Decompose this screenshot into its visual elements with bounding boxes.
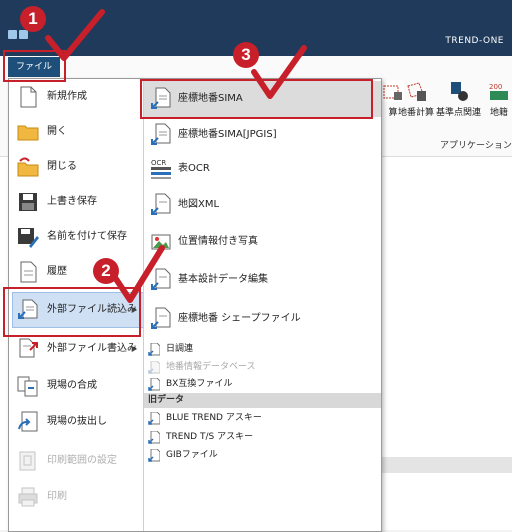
submenu-item-map-xml[interactable]: 地図XML bbox=[144, 187, 381, 223]
export-file-icon bbox=[17, 338, 39, 360]
save-as-icon bbox=[17, 226, 39, 248]
submenu-item-geo-photo[interactable]: 位置情報付き写真 bbox=[144, 224, 381, 260]
ribbon-group-label: アプリケーション bbox=[440, 141, 512, 151]
menu-item-print-range[interactable]: 印刷範囲の設定 bbox=[13, 444, 143, 478]
menu-item-export-external[interactable]: 外部ファイル書込み ▶ bbox=[13, 332, 143, 366]
submenu-item-gib-file[interactable]: GIBファイル bbox=[144, 448, 381, 463]
checkmark-icon bbox=[251, 45, 307, 99]
print-icon bbox=[17, 486, 39, 508]
merge-site-icon bbox=[17, 375, 39, 397]
blue-trend-icon bbox=[148, 411, 161, 425]
chevron-right-icon: ▶ bbox=[131, 345, 137, 353]
ribbon-button-control-point[interactable]: 基準点関連 bbox=[436, 80, 481, 118]
print-range-icon bbox=[17, 450, 39, 472]
legacy-data-header: 旧データ bbox=[144, 393, 381, 408]
new-file-icon bbox=[17, 86, 39, 108]
submenu-item-shapefile[interactable]: 座標地番 シェープファイル bbox=[144, 301, 381, 337]
map-xml-icon bbox=[150, 193, 172, 217]
ocr-icon: OCR bbox=[150, 157, 172, 181]
nicchoren-icon bbox=[148, 342, 161, 356]
trend-ts-icon bbox=[148, 430, 161, 444]
submenu-item-trend-ts[interactable]: TREND T/S アスキー bbox=[144, 430, 381, 445]
submenu-item-bx-file[interactable]: BX互換ファイル bbox=[144, 377, 381, 392]
parcel-calc-icon bbox=[405, 80, 427, 102]
save-icon bbox=[17, 191, 39, 213]
bx-file-icon bbox=[148, 377, 161, 391]
menu-item-new[interactable]: 新規作成 bbox=[13, 80, 143, 114]
submenu-item-nicchoren[interactable]: 日調連 bbox=[144, 342, 381, 357]
ribbon-button-parcel-calc[interactable]: 地番計算 bbox=[398, 80, 434, 118]
svg-text:200: 200 bbox=[489, 83, 502, 91]
menu-item-close[interactable]: 閉じる bbox=[13, 150, 143, 184]
menu-item-extract-site[interactable]: 現場の抜出し bbox=[13, 405, 143, 439]
submenu-item-parcel-db[interactable]: 地番情報データベース bbox=[144, 360, 381, 375]
import-submenu: 座標地番SIMA 座標地番SIMA[JPGIS] OCR 表OCR 地図XML … bbox=[144, 79, 381, 531]
menu-item-save[interactable]: 上書き保存 bbox=[13, 185, 143, 219]
submenu-item-ocr[interactable]: OCR 表OCR bbox=[144, 151, 381, 187]
folder-open-icon bbox=[17, 121, 39, 143]
submenu-item-design-data[interactable]: 基本設計データ編集 bbox=[144, 262, 381, 298]
submenu-item-sima-jpgis[interactable]: 座標地番SIMA[JPGIS] bbox=[144, 117, 381, 153]
folder-close-icon bbox=[17, 156, 39, 178]
checkmark-icon bbox=[45, 9, 105, 61]
shapefile-icon bbox=[150, 307, 172, 331]
ribbon-button-cadastral[interactable]: 200 地籍 bbox=[488, 80, 510, 118]
extract-site-icon bbox=[17, 411, 39, 433]
checkmark-icon bbox=[111, 245, 165, 303]
cadastral-icon: 200 bbox=[488, 80, 510, 102]
sima-jpgis-icon bbox=[150, 123, 172, 147]
menu-item-open[interactable]: 開く bbox=[13, 115, 143, 149]
app-title: TREND-ONE bbox=[445, 36, 504, 46]
status-bar bbox=[380, 457, 512, 473]
gib-file-icon bbox=[148, 448, 161, 462]
menu-item-merge-site[interactable]: 現場の合成 bbox=[13, 369, 143, 403]
parcel-db-icon bbox=[148, 360, 161, 374]
menu-item-print[interactable]: 印刷 bbox=[13, 480, 143, 514]
submenu-item-blue-trend[interactable]: BLUE TREND アスキー bbox=[144, 411, 381, 426]
history-icon bbox=[17, 261, 39, 283]
svg-text:OCR: OCR bbox=[151, 159, 166, 167]
control-point-icon bbox=[448, 80, 470, 102]
